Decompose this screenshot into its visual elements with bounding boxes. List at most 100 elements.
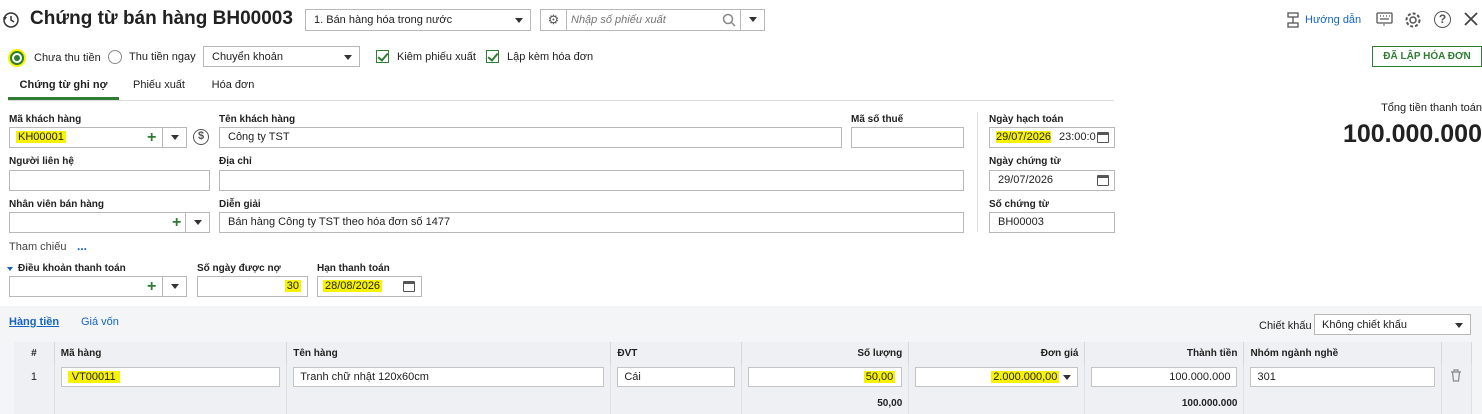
tab-label: Hóa đơn <box>211 79 255 91</box>
export-dropdown-button[interactable] <box>740 10 764 30</box>
total-label: Tổng tiền thanh toán <box>1381 102 1482 114</box>
col-unit: ĐVT <box>610 342 743 364</box>
credit-days-field[interactable]: 30 <box>197 276 308 297</box>
posting-date-value: 29/07/2026 <box>996 131 1052 143</box>
trash-icon[interactable] <box>1450 369 1462 385</box>
keyboard-icon[interactable] <box>1376 12 1393 30</box>
posting-date-field[interactable]: 29/07/2026 23:00:0 <box>989 127 1115 148</box>
guide-icon <box>1287 12 1299 28</box>
salesperson-field[interactable]: + <box>9 212 210 233</box>
chevron-down-icon[interactable] <box>1063 375 1072 380</box>
paid-radio[interactable]: Thu tiền ngay <box>108 49 196 64</box>
currency-icon[interactable]: $ <box>193 129 209 145</box>
unit-price-value: 2.000.000,00 <box>991 371 1060 383</box>
col-actions <box>1441 342 1473 364</box>
posting-date-label: Ngày hạch toán <box>989 114 1064 125</box>
reference-label: Tham chiếu <box>9 241 67 253</box>
tab-gia-von[interactable]: Giá vốn <box>81 316 119 328</box>
add-icon[interactable]: + <box>172 215 181 231</box>
chevron-down-icon <box>171 284 179 289</box>
tab-ghi-no[interactable]: Chứng từ ghi nợ <box>8 73 119 100</box>
payment-method-select[interactable]: Chuyển khoản <box>203 46 360 67</box>
discount-label: Chiết khấu <box>1259 320 1312 332</box>
guide-link[interactable]: Hướng dẫn <box>1285 12 1361 28</box>
collapse-icon <box>7 266 13 271</box>
form-divider <box>977 112 978 232</box>
detail-grid: # Mã hàng Tên hàng ĐVT Số lượng Đơn giá … <box>14 342 1473 414</box>
settings-icon[interactable] <box>1404 11 1422 32</box>
gear-icon[interactable]: ⚙ <box>541 10 567 30</box>
quantity-cell[interactable]: 50,00 <box>748 367 903 387</box>
payment-terms-toggle[interactable]: Điều khoản thanh toán <box>7 263 126 274</box>
table-row[interactable]: 1 VT00011 Tranh chữ nhật 120x60cm Cái 50… <box>14 364 1473 390</box>
customer-name-field[interactable]: Công ty TST <box>219 127 842 148</box>
invoice-checkbox-label: Lập kèm hóa đơn <box>507 50 594 63</box>
payment-terms-field[interactable]: + <box>9 276 187 297</box>
contact-label: Người liên hệ <box>9 156 74 167</box>
total-value: 100.000.000 <box>1342 120 1482 148</box>
payment-terms-label: Điều khoản thanh toán <box>18 263 126 274</box>
address-field[interactable] <box>219 170 964 191</box>
add-icon[interactable]: + <box>147 279 156 295</box>
calendar-icon[interactable] <box>1097 175 1109 186</box>
history-icon[interactable] <box>2 11 20 29</box>
voucher-type-value: 1. Bán hàng hóa trong nước <box>314 14 453 26</box>
export-search-group: ⚙ <box>540 9 765 31</box>
item-code-cell[interactable]: VT00011 <box>60 367 281 387</box>
credit-days-label: Số ngày được nợ <box>197 263 281 274</box>
salesperson-label: Nhân viên bán hàng <box>9 199 105 210</box>
calendar-icon[interactable] <box>403 281 415 292</box>
checkbox-checked-icon <box>376 50 389 63</box>
calendar-icon[interactable] <box>1097 132 1109 143</box>
voucher-no-field[interactable]: BH00003 <box>989 212 1115 233</box>
page-title: Chứng từ bán hàng BH00003 <box>30 8 293 29</box>
salesperson-dropdown-button[interactable] <box>185 213 209 232</box>
export-checkbox[interactable]: Kiêm phiếu xuất <box>376 50 476 63</box>
col-index: # <box>14 342 55 364</box>
unit-price-cell[interactable]: 2.000.000,00 <box>915 367 1079 387</box>
col-item-code: Mã hàng <box>54 342 288 364</box>
voucher-date-field[interactable]: 29/07/2026 <box>989 170 1115 191</box>
search-icon[interactable] <box>722 13 736 27</box>
grid-footer-row: 50,00 100.000.000 <box>14 390 1473 414</box>
col-unit-price: Đơn giá <box>908 342 1086 364</box>
customer-code-field[interactable]: KH00001 + <box>9 127 187 148</box>
contact-field[interactable] <box>9 170 210 191</box>
item-name-cell[interactable]: Tranh chữ nhật 120x60cm <box>293 367 605 387</box>
due-date-label: Hạn thanh toán <box>317 263 390 274</box>
amount-cell[interactable]: 100.000.000 <box>1091 367 1238 387</box>
discount-select[interactable]: Không chiết khấu <box>1314 314 1471 335</box>
payment-method-value: Chuyển khoản <box>212 51 283 63</box>
export-no-input[interactable] <box>571 12 721 28</box>
unit-cell[interactable]: Cái <box>617 367 736 387</box>
customer-code-value: KH00001 <box>16 131 66 143</box>
due-date-field[interactable]: 28/08/2026 <box>317 276 422 297</box>
posting-time-value: 23:00:0 <box>1059 131 1096 143</box>
address-label: Địa chỉ <box>219 156 252 167</box>
tab-hoa-don[interactable]: Hóa đơn <box>200 73 266 100</box>
tab-divider <box>8 100 1114 101</box>
description-field[interactable]: Bán hàng Công ty TST theo hóa đơn số 147… <box>219 212 964 233</box>
reference-more-link[interactable]: ... <box>77 239 87 253</box>
close-icon[interactable] <box>1463 11 1479 30</box>
tab-phieu-xuat[interactable]: Phiếu xuất <box>120 73 198 100</box>
invoice-status-button[interactable]: ĐÃ LẬP HÓA ĐƠN <box>1372 46 1482 67</box>
chevron-down-icon <box>194 220 202 225</box>
radio-unchecked-icon <box>108 50 122 64</box>
customer-dropdown-button[interactable] <box>162 128 186 147</box>
payment-terms-dropdown-button[interactable] <box>162 277 186 296</box>
industry-cell[interactable]: 301 <box>1250 367 1435 387</box>
tax-code-field[interactable] <box>851 127 964 148</box>
invoice-checkbox[interactable]: Lập kèm hóa đơn <box>486 50 593 63</box>
export-checkbox-label: Kiêm phiếu xuất <box>397 50 476 63</box>
quantity-value: 50,00 <box>863 371 896 383</box>
tax-code-label: Mã số thuế <box>851 114 904 125</box>
voucher-date-value: 29/07/2026 <box>998 174 1054 186</box>
unpaid-radio[interactable]: Chưa thu tiền <box>8 49 101 67</box>
unpaid-label: Chưa thu tiền <box>34 52 101 64</box>
voucher-type-select[interactable]: 1. Bán hàng hóa trong nước <box>305 9 531 31</box>
col-amount: Thành tiền <box>1084 342 1245 364</box>
add-icon[interactable]: + <box>147 130 156 146</box>
help-icon[interactable]: ? <box>1434 11 1451 28</box>
tab-hang-tien[interactable]: Hàng tiền <box>9 316 59 328</box>
